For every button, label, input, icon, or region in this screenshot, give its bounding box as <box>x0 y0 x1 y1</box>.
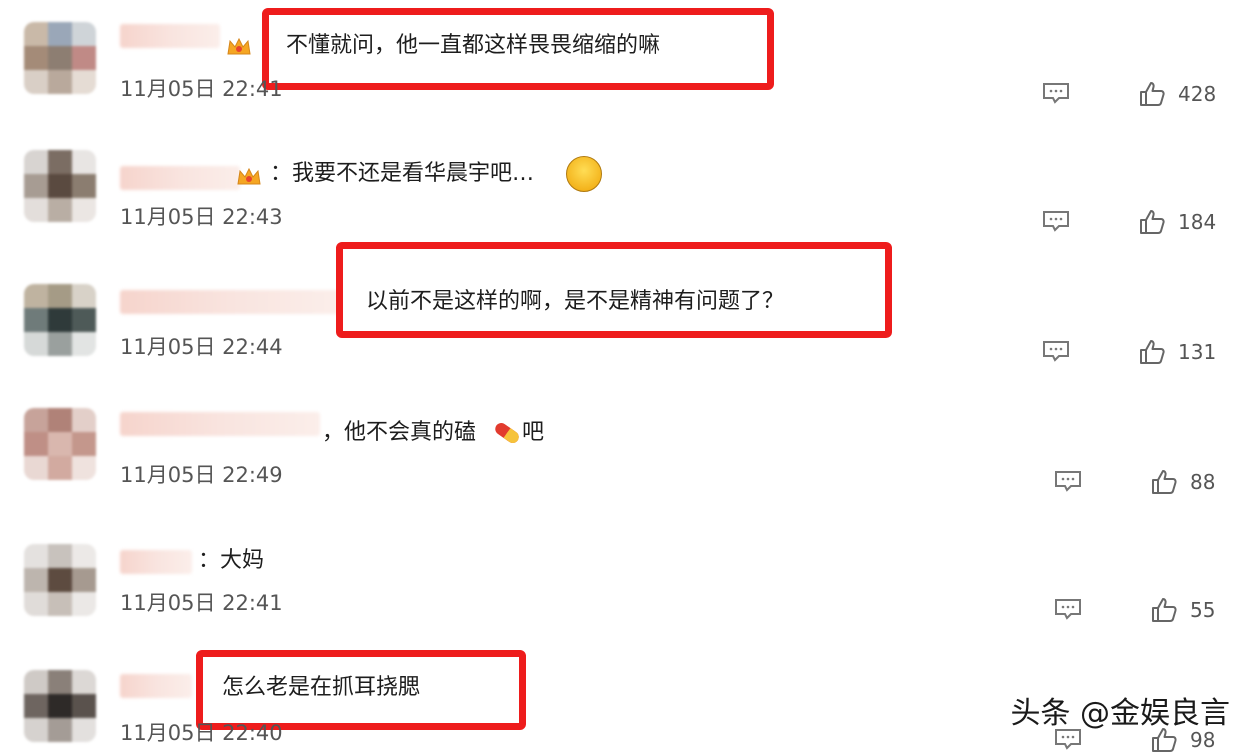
username[interactable] <box>120 166 240 190</box>
pill-icon <box>495 422 519 444</box>
timestamp: 11月05日 22:41 <box>120 591 283 615</box>
like-button[interactable]: 88 <box>1150 468 1215 496</box>
like-button[interactable]: 55 <box>1150 596 1215 624</box>
like-button[interactable]: 131 <box>1138 338 1216 366</box>
comment-text: 不懂就问，他一直都这样畏畏缩缩的嘛 <box>286 33 661 58</box>
timestamp: 11月05日 22:49 <box>120 463 283 487</box>
thumbs-up-icon <box>1152 470 1177 494</box>
timestamp: 11月05日 22:41 <box>120 77 283 101</box>
avatar[interactable] <box>24 284 96 356</box>
thumbs-up-icon <box>1140 82 1165 106</box>
crown-icon <box>227 37 251 55</box>
username[interactable] <box>120 290 340 314</box>
comment-bubble-icon[interactable] <box>1054 598 1082 620</box>
comment-item: ，他不会真的磕 吧 11月05日 22:49 88 <box>0 390 1252 520</box>
avatar[interactable] <box>24 408 96 480</box>
like-button[interactable]: 184 <box>1138 208 1216 236</box>
comment-text: ：我要不还是看华晨宇吧… <box>270 161 535 186</box>
comment-text: 以前不是这样的啊，是不是精神有问题了？ <box>366 289 785 314</box>
laughing-emoji-icon <box>566 156 602 192</box>
like-count: 88 <box>1190 470 1216 494</box>
comment-text: 怎么老是在抓耳挠腮 <box>222 675 421 700</box>
watermark: 头条 @金娱良言 <box>1010 696 1230 731</box>
comment-item: ：大妈 11月05日 22:41 55 <box>0 520 1252 650</box>
crown-icon <box>237 167 261 185</box>
like-count: 184 <box>1178 210 1217 234</box>
thumbs-up-icon <box>1152 598 1177 622</box>
username[interactable] <box>120 412 320 436</box>
avatar[interactable] <box>24 670 96 742</box>
like-count: 428 <box>1178 82 1217 106</box>
avatar[interactable] <box>24 150 96 222</box>
comment-bubble-icon[interactable] <box>1042 82 1070 104</box>
comment-text-suffix: 吧 <box>522 420 545 445</box>
comment-bubble-icon[interactable] <box>1054 470 1082 492</box>
username[interactable] <box>120 24 220 48</box>
comment-item: 不懂就问，他一直都这样畏畏缩缩的嘛 11月05日 22:41 428 <box>0 0 1252 130</box>
comment-item: 以前不是这样的啊，是不是精神有问题了？ 11月05日 22:44 131 <box>0 242 1252 390</box>
username[interactable] <box>120 550 192 574</box>
avatar[interactable] <box>24 544 96 616</box>
comment-item: ：我要不还是看华晨宇吧… 11月05日 22:43 184 <box>0 130 1252 260</box>
comment-bubble-icon[interactable] <box>1042 210 1070 232</box>
comment-text: ，他不会真的磕 <box>322 420 477 445</box>
thumbs-up-icon <box>1140 340 1165 364</box>
comment-text: ：大妈 <box>198 548 265 573</box>
like-button[interactable]: 428 <box>1138 80 1216 108</box>
avatar[interactable] <box>24 22 96 94</box>
username[interactable] <box>120 674 192 698</box>
timestamp: 11月05日 22:44 <box>120 335 283 359</box>
like-count: 131 <box>1178 340 1217 364</box>
thumbs-up-icon <box>1140 210 1165 234</box>
timestamp: 11月05日 22:40 <box>120 721 283 745</box>
like-count: 55 <box>1190 598 1216 622</box>
comment-bubble-icon[interactable] <box>1042 340 1070 362</box>
timestamp: 11月05日 22:43 <box>120 205 283 229</box>
